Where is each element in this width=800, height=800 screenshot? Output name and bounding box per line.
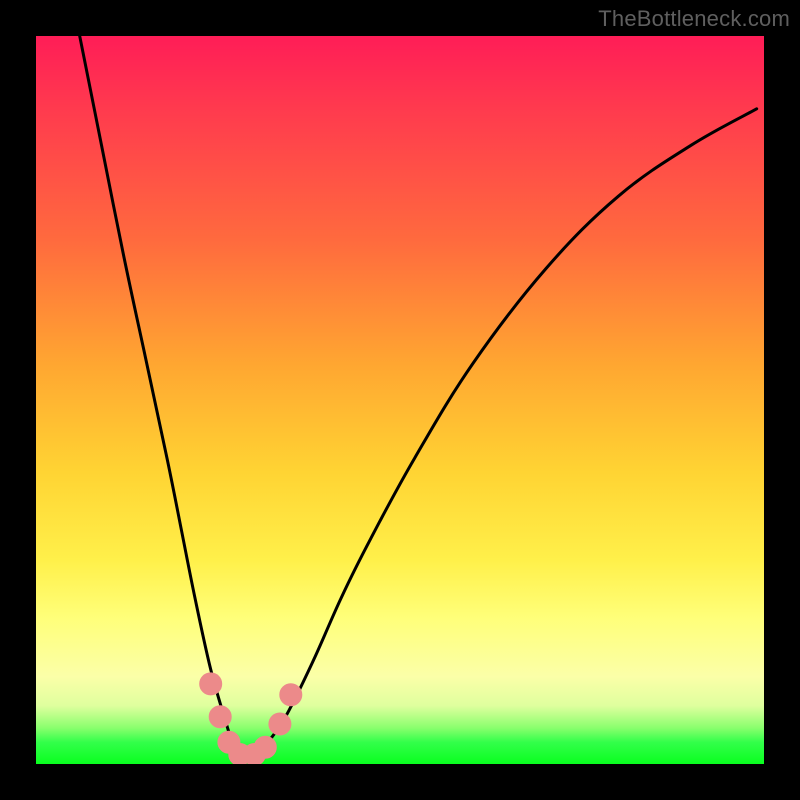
watermark-text: TheBottleneck.com xyxy=(598,6,790,32)
bottleneck-curve xyxy=(80,36,757,757)
gradient-plot-area xyxy=(36,36,764,764)
curve-layer xyxy=(36,36,764,764)
curve-marker xyxy=(200,673,222,695)
curve-marker xyxy=(254,736,276,758)
curve-marker xyxy=(209,706,231,728)
curve-marker xyxy=(269,713,291,735)
marker-group xyxy=(200,673,302,764)
curve-marker xyxy=(280,684,302,706)
